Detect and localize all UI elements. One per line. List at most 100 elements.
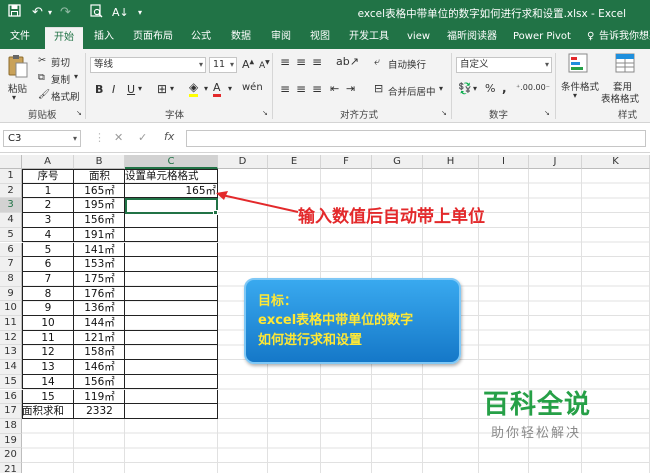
font-color-icon[interactable]: A	[213, 81, 221, 97]
wrap-text-icon[interactable]: ⤶	[374, 55, 380, 69]
formatted-cell[interactable]	[125, 257, 218, 272]
formatted-cell[interactable]	[125, 345, 218, 360]
formatted-cell[interactable]	[125, 213, 218, 228]
clipboard-launcher-icon[interactable]: ↘	[76, 109, 82, 117]
tab-page-layout[interactable]: 页面布局	[133, 27, 173, 49]
formatted-cell[interactable]	[125, 272, 218, 287]
row-header-11[interactable]: 11	[0, 316, 22, 331]
tab-view-en[interactable]: view	[407, 27, 430, 49]
area-cell[interactable]: 136㎡	[74, 301, 125, 316]
tab-formulas[interactable]: 公式	[191, 27, 211, 49]
italic-icon[interactable]: I	[112, 83, 115, 96]
area-cell[interactable]: 156㎡	[74, 375, 125, 390]
undo-dropdown-icon[interactable]: ▾	[48, 4, 52, 22]
tab-home[interactable]: 开始	[45, 27, 83, 49]
paste-dropdown-icon[interactable]: ▾	[12, 93, 16, 102]
align-center-icon[interactable]: ≡	[296, 82, 306, 96]
conditional-format-icon[interactable]	[568, 53, 588, 75]
column-header-j[interactable]: J	[529, 155, 582, 169]
formatted-cell[interactable]	[125, 243, 218, 258]
bold-icon[interactable]: B	[95, 83, 103, 96]
area-cell[interactable]: 121㎡	[74, 331, 125, 346]
name-box[interactable]: C3 ▾	[3, 130, 81, 147]
area-cell[interactable]: 191㎡	[74, 228, 125, 243]
formatted-cell[interactable]	[125, 360, 218, 375]
index-cell[interactable]: 7	[22, 272, 74, 287]
row-header-20[interactable]: 20	[0, 448, 22, 463]
increase-decimal-icon[interactable]: ⁺.00	[516, 83, 533, 92]
paste-icon[interactable]	[6, 53, 30, 81]
formatted-cell[interactable]	[125, 287, 218, 302]
sort-icon[interactable]: A↓	[112, 4, 129, 22]
cut-icon[interactable]: ✂	[38, 55, 46, 66]
formatted-cell[interactable]	[125, 228, 218, 243]
alignment-launcher-icon[interactable]: ↘	[441, 109, 447, 117]
row-header-13[interactable]: 13	[0, 345, 22, 361]
tab-power-pivot[interactable]: Power Pivot	[513, 27, 571, 49]
format-painter-icon[interactable]: 🖌	[38, 89, 50, 100]
column-header-b[interactable]: B	[74, 155, 125, 169]
select-all-corner[interactable]	[0, 155, 22, 169]
formatted-cell[interactable]	[125, 375, 218, 390]
index-cell[interactable]: 14	[22, 375, 74, 390]
column-header-e[interactable]: E	[268, 155, 321, 169]
decrease-indent-icon[interactable]: ⇤	[330, 82, 339, 95]
redo-icon[interactable]: ↷	[60, 4, 71, 22]
formatted-cell[interactable]	[125, 390, 218, 405]
selected-cell-c3[interactable]	[125, 198, 218, 214]
row-header-19[interactable]: 19	[0, 433, 22, 449]
column-header-i[interactable]: I	[479, 155, 529, 169]
merge-center-icon[interactable]: ⊟	[374, 82, 383, 95]
tab-file[interactable]: 文件	[10, 27, 30, 49]
header-cell[interactable]: 设置单元格格式	[125, 169, 218, 184]
row-header-6[interactable]: 6	[0, 242, 22, 258]
currency-icon[interactable]: 💱	[458, 82, 472, 95]
cut-button[interactable]: 剪切	[51, 55, 70, 69]
row-header-14[interactable]: 14	[0, 360, 22, 375]
tab-review[interactable]: 审阅	[271, 27, 291, 49]
column-header-f[interactable]: F	[321, 155, 372, 169]
area-cell[interactable]: 175㎡	[74, 272, 125, 287]
align-top-icon[interactable]: ≡	[280, 55, 290, 69]
area-cell[interactable]: 144㎡	[74, 316, 125, 331]
customize-qat-icon[interactable]: ▾	[138, 4, 142, 22]
index-cell[interactable]: 11	[22, 331, 74, 346]
row-header-21[interactable]: 21	[0, 463, 22, 473]
area-cell[interactable]: 165㎡	[74, 184, 125, 199]
index-cell[interactable]: 3	[22, 213, 74, 228]
index-cell[interactable]: 12	[22, 345, 74, 360]
borders-dropdown-icon[interactable]: ▾	[170, 84, 174, 93]
insert-function-icon[interactable]: fx	[164, 130, 174, 143]
currency-dropdown-icon[interactable]: ▾	[473, 84, 477, 93]
area-cell[interactable]: 158㎡	[74, 345, 125, 360]
row-header-8[interactable]: 8	[0, 271, 22, 287]
total-value-cell[interactable]: 2332	[74, 404, 125, 419]
formatted-cell[interactable]	[125, 316, 218, 331]
save-icon[interactable]	[8, 4, 21, 23]
wrap-text-button[interactable]: 自动换行	[388, 57, 426, 71]
row-header-3[interactable]: 3	[0, 198, 22, 214]
phonetic-icon[interactable]: wén	[242, 82, 263, 93]
area-cell[interactable]: 141㎡	[74, 243, 125, 258]
formatted-cell[interactable]: 165㎡	[125, 184, 218, 199]
column-header-g[interactable]: G	[372, 155, 423, 169]
merge-dropdown-icon[interactable]: ▾	[439, 84, 443, 93]
copy-button[interactable]: 复制	[51, 72, 70, 86]
row-header-2[interactable]: 2	[0, 183, 22, 199]
number-launcher-icon[interactable]: ↘	[544, 109, 550, 117]
formula-input[interactable]	[186, 130, 646, 147]
row-header-4[interactable]: 4	[0, 213, 22, 228]
row-header-18[interactable]: 18	[0, 418, 22, 434]
formatted-cell[interactable]	[125, 331, 218, 346]
copy-dropdown-icon[interactable]: ▾	[74, 72, 78, 81]
total-label-cell[interactable]: 面积求和	[22, 404, 74, 419]
row-header-15[interactable]: 15	[0, 374, 22, 390]
index-cell[interactable]: 13	[22, 360, 74, 375]
index-cell[interactable]: 9	[22, 301, 74, 316]
print-preview-icon[interactable]	[90, 4, 103, 24]
underline-icon[interactable]: U	[127, 83, 135, 96]
tab-insert[interactable]: 插入	[94, 27, 114, 49]
orientation-icon[interactable]: ab↗	[336, 55, 359, 68]
index-cell[interactable]: 15	[22, 390, 74, 405]
align-left-icon[interactable]: ≡	[280, 82, 290, 96]
